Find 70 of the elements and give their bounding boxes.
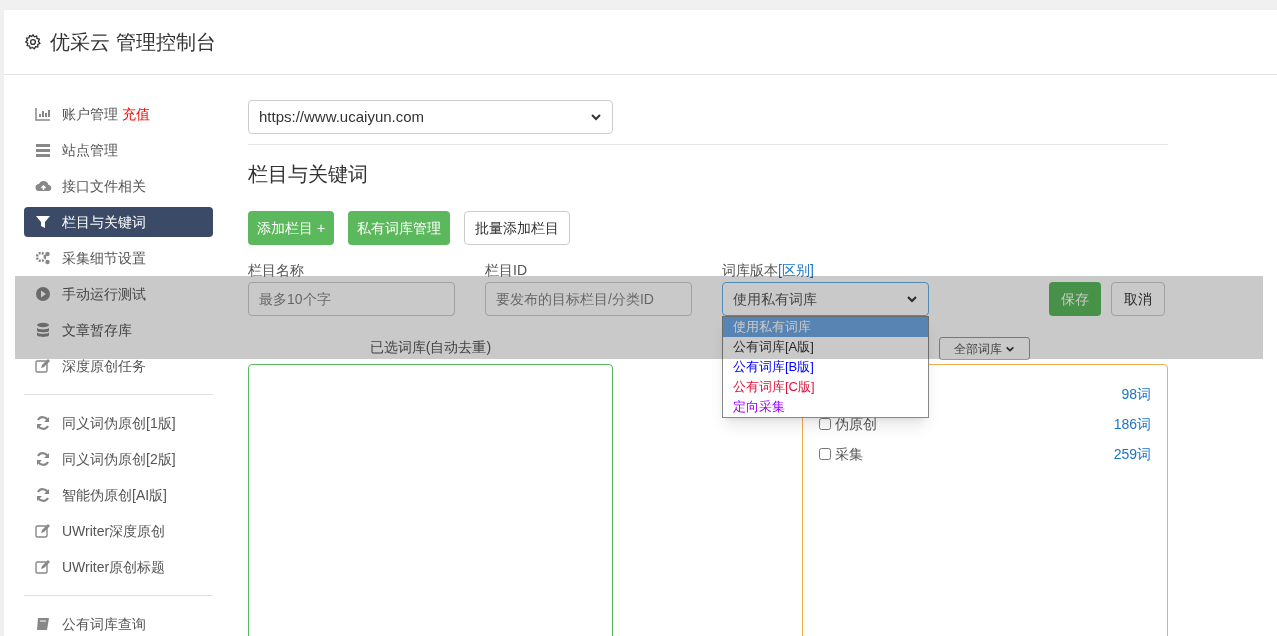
- menu-label: 同义词伪原创[1版]: [62, 413, 176, 433]
- filter-icon: [34, 213, 52, 231]
- menu-label: 手动运行测试: [62, 284, 146, 304]
- menu-label: 账户管理: [62, 104, 118, 124]
- checkbox[interactable]: [819, 418, 831, 430]
- library-filter-select[interactable]: 全部词库: [939, 337, 1030, 360]
- library-name: 伪原创: [835, 414, 877, 434]
- sidebar-item[interactable]: UWriter原创标题: [24, 552, 213, 582]
- sidebar-item[interactable]: 手动运行测试: [24, 279, 213, 309]
- menu-label: 同义词伪原创[2版]: [62, 449, 176, 469]
- dropdown-option[interactable]: 公有词库[C版]: [723, 377, 928, 397]
- input-field[interactable]: 最多10个字: [248, 282, 455, 316]
- edit-icon: [34, 522, 52, 540]
- menu-label: UWriter深度原创: [62, 521, 166, 541]
- refresh-icon: [34, 486, 52, 504]
- sidebar-item[interactable]: 深度原创任务: [24, 351, 213, 381]
- field-label: 栏目ID: [485, 262, 528, 278]
- menu-label: 文章暂存库: [62, 320, 132, 340]
- refresh-icon: [34, 450, 52, 468]
- sidebar-item[interactable]: 同义词伪原创[1版]: [24, 408, 213, 438]
- recharge-link[interactable]: 充值: [122, 103, 150, 125]
- menu-label: 栏目与关键词: [62, 212, 146, 232]
- edit-icon: [34, 558, 52, 576]
- library-name: 采集: [835, 444, 863, 464]
- input-field[interactable]: 要发布的目标栏目/分类ID: [485, 282, 692, 316]
- refresh-icon: [34, 414, 52, 432]
- menu-label: 接口文件相关: [62, 176, 146, 196]
- site-select[interactable]: https://www.ucaiyun.com: [248, 100, 613, 134]
- sidebar-item[interactable]: 账户管理 充值: [24, 99, 213, 129]
- field-label: 词库版本: [722, 262, 778, 278]
- settings-icon: [24, 33, 42, 51]
- panel-title: 已选词库(自动去重): [369, 338, 492, 357]
- menu-label: 站点管理: [62, 140, 118, 160]
- play-icon: [34, 285, 52, 303]
- word-count: 186词: [1113, 414, 1151, 434]
- sidebar-item[interactable]: 同义词伪原创[2版]: [24, 444, 213, 474]
- sidebar-item[interactable]: 接口文件相关: [24, 171, 213, 201]
- sidebar-item[interactable]: UWriter深度原创: [24, 516, 213, 546]
- sidebar-item[interactable]: 文章暂存库: [24, 315, 213, 345]
- toolbar-button[interactable]: 批量添加栏目: [464, 211, 571, 245]
- word-count: 98词: [1121, 384, 1151, 404]
- dropdown-option[interactable]: 公有词库[B版]: [723, 357, 928, 377]
- gears-icon: [34, 249, 52, 267]
- edit-icon: [34, 357, 52, 375]
- sidebar-item[interactable]: 站点管理: [24, 135, 213, 165]
- sidebar-item[interactable]: 公有词库查询: [24, 609, 213, 636]
- caret-icon: [906, 293, 918, 305]
- app-title: 优采云 管理控制台: [50, 30, 216, 55]
- dropdown-option[interactable]: 定向采集: [723, 397, 928, 417]
- bar-chart-icon: [34, 105, 52, 123]
- field-label: 栏目名称: [248, 262, 305, 278]
- sidebar-item[interactable]: 栏目与关键词: [24, 207, 213, 237]
- database-icon: [34, 321, 52, 339]
- menu-label: 智能伪原创[AI版]: [62, 485, 167, 505]
- book-icon: [34, 615, 52, 633]
- sidebar-item[interactable]: 采集细节设置: [24, 243, 213, 273]
- section-title: 栏目与关键词: [248, 162, 369, 187]
- caret-icon: [590, 111, 602, 123]
- difference-link[interactable]: [区别]: [778, 262, 814, 278]
- dropdown-option[interactable]: 公有词库[A版]: [723, 337, 928, 357]
- cancel-button[interactable]: 取消: [1111, 282, 1165, 316]
- word-count: 259词: [1113, 444, 1151, 464]
- version-select[interactable]: 使用私有词库: [722, 282, 929, 316]
- menu-label: UWriter原创标题: [62, 557, 166, 577]
- server-icon: [34, 141, 52, 159]
- checkbox[interactable]: [819, 448, 831, 460]
- menu-label: 公有词库查询: [62, 614, 146, 634]
- menu-label: 深度原创任务: [62, 356, 146, 376]
- menu-label: 采集细节设置: [62, 248, 146, 268]
- sidebar-item[interactable]: 智能伪原创[AI版]: [24, 480, 213, 510]
